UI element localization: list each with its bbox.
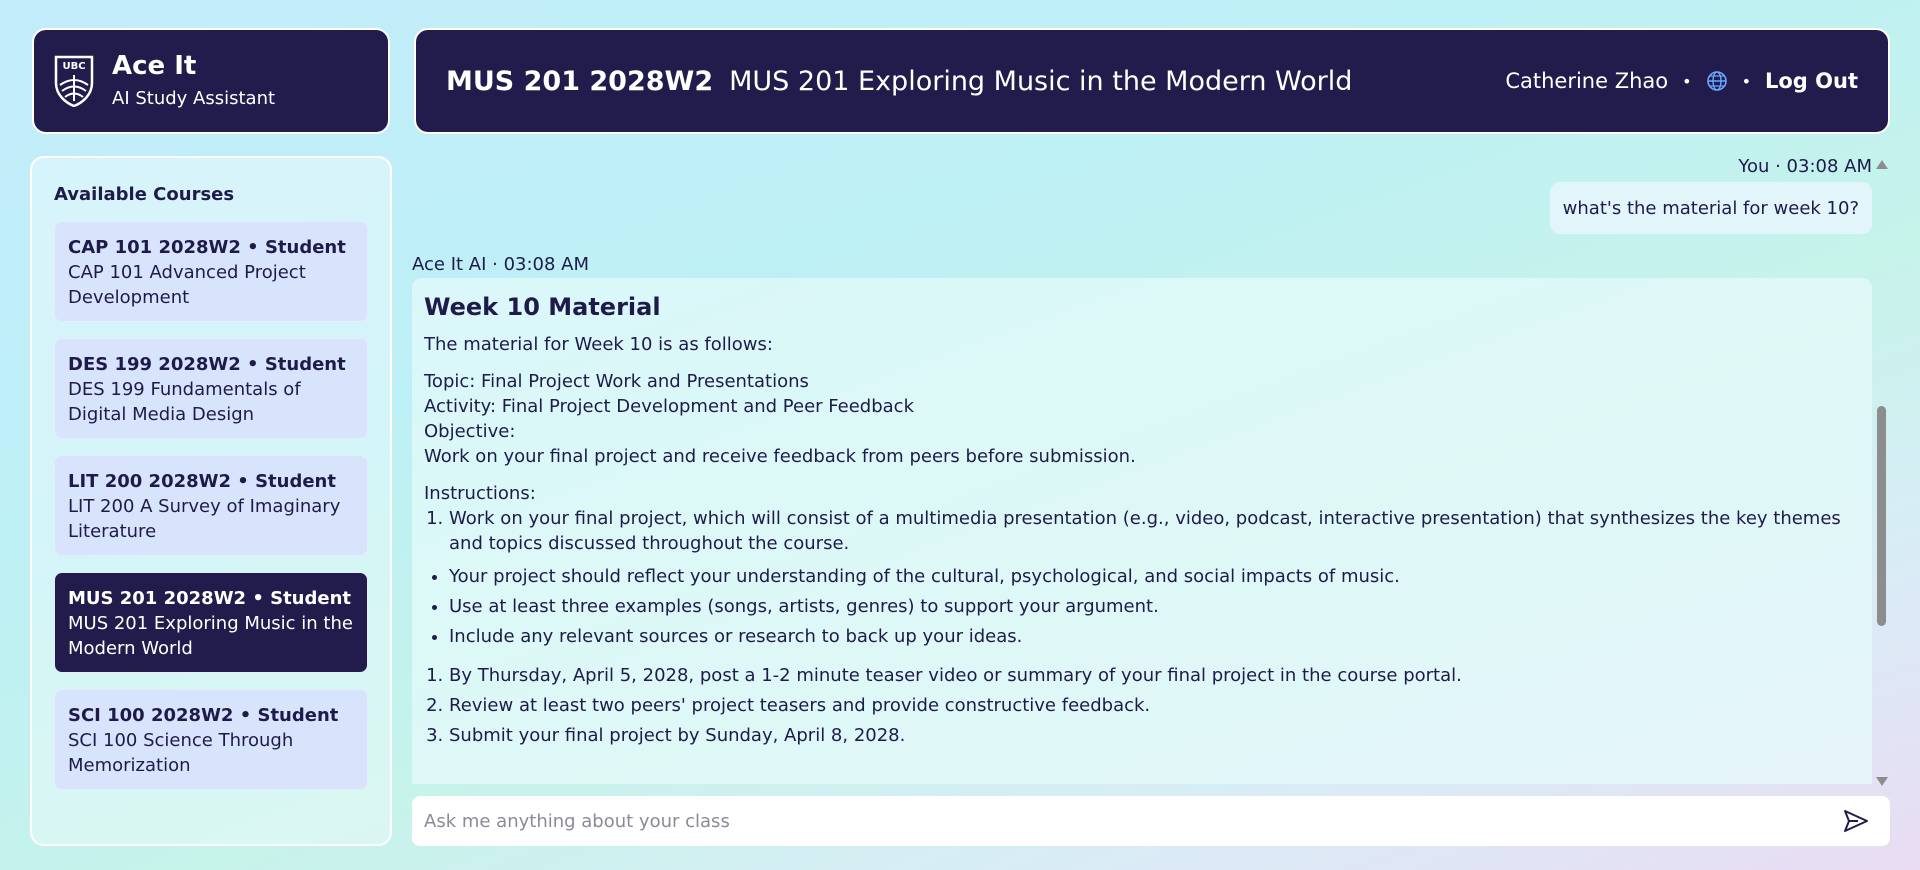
ai-details: Topic: Final Project Work and Presentati…	[424, 369, 1860, 469]
svg-text:UBC: UBC	[62, 61, 85, 72]
scroll-up-arrow-icon[interactable]	[1876, 160, 1888, 169]
list-item: Your project should reflect your underst…	[449, 564, 1860, 589]
user-message-meta: You · 03:08 AM	[1738, 156, 1872, 177]
ai-intro: The material for Week 10 is as follows:	[424, 334, 773, 355]
course-header: MUS 201 2028W2 MUS 201 Exploring Music i…	[414, 28, 1890, 134]
header-course-code: MUS 201 2028W2	[446, 65, 714, 97]
steps-list: By Thursday, April 5, 2028, post a 1-2 m…	[424, 663, 1860, 748]
course-card-des199[interactable]: DES 199 2028W2 • Student DES 199 Fundame…	[54, 338, 368, 439]
course-card-sci100[interactable]: SCI 100 2028W2 • Student SCI 100 Science…	[54, 689, 368, 790]
course-card-name: LIT 200 A Survey of Imaginary Literature	[68, 496, 341, 542]
chat-input-bar	[412, 796, 1890, 846]
separator-dot: •	[1682, 71, 1692, 91]
ai-message-heading: Week 10 Material	[424, 293, 661, 321]
list-item: Review at least two peers' project tease…	[449, 693, 1860, 718]
app-subtitle: AI Study Assistant	[112, 88, 276, 109]
instructions-list: Work on your final project, which will c…	[424, 506, 1860, 556]
brand-panel: UBC Ace It AI Study Assistant	[32, 28, 390, 134]
sidebar-title: Available Courses	[54, 184, 235, 205]
course-card-head: MUS 201 2028W2 • Student	[68, 588, 352, 609]
course-card-name: MUS 201 Exploring Music in the Modern Wo…	[68, 613, 353, 659]
user-name: Catherine Zhao	[1505, 69, 1669, 93]
ai-activity: Activity: Final Project Development and …	[424, 396, 914, 417]
course-card-name: DES 199 Fundamentals of Digital Media De…	[68, 379, 301, 425]
requirements-list: Your project should reflect your underst…	[424, 564, 1860, 649]
separator-dot: •	[1741, 71, 1751, 91]
list-item: Use at least three examples (songs, arti…	[449, 594, 1860, 619]
globe-icon[interactable]	[1706, 70, 1728, 92]
course-card-head: SCI 100 2028W2 • Student	[68, 705, 339, 726]
course-card-head: LIT 200 2028W2 • Student	[68, 471, 336, 492]
chat-input[interactable]	[424, 810, 1842, 832]
ai-message-meta: Ace It AI · 03:08 AM	[412, 254, 590, 275]
logout-button[interactable]: Log Out	[1765, 69, 1858, 93]
course-card-lit200[interactable]: LIT 200 2028W2 • Student LIT 200 A Surve…	[54, 455, 368, 556]
course-card-head: CAP 101 2028W2 • Student	[68, 237, 346, 258]
courses-sidebar: Available Courses CAP 101 2028W2 • Stude…	[30, 156, 392, 846]
list-item: Submit your final project by Sunday, Apr…	[449, 723, 1860, 748]
ai-objective: Work on your final project and receive f…	[424, 446, 1136, 467]
send-icon[interactable]	[1842, 807, 1870, 835]
chat-messages: You · 03:08 AM what's the material for w…	[412, 156, 1872, 784]
course-card-name: CAP 101 Advanced Project Development	[68, 262, 306, 308]
user-message-bubble: what's the material for week 10?	[1549, 182, 1872, 234]
header-course-name: MUS 201 Exploring Music in the Modern Wo…	[729, 65, 1353, 97]
course-card-mus201-active[interactable]: MUS 201 2028W2 • Student MUS 201 Explori…	[54, 572, 368, 673]
list-item: By Thursday, April 5, 2028, post a 1-2 m…	[449, 663, 1860, 688]
ai-topic: Topic: Final Project Work and Presentati…	[424, 371, 809, 392]
scrollbar-thumb[interactable]	[1877, 406, 1886, 626]
ai-instructions-label: Instructions:	[424, 483, 536, 504]
course-card-head: DES 199 2028W2 • Student	[68, 354, 346, 375]
course-card-cap101[interactable]: CAP 101 2028W2 • Student CAP 101 Advance…	[54, 221, 368, 322]
list-item: Work on your final project, which will c…	[449, 506, 1860, 556]
app-title: Ace It	[112, 51, 197, 81]
ai-message-bubble: Week 10 Material The material for Week 1…	[412, 278, 1872, 784]
course-card-name: SCI 100 Science Through Memorization	[68, 730, 294, 776]
ubc-shield-logo-icon: UBC	[54, 55, 94, 107]
header-user-area: Catherine Zhao • • Log Out	[1505, 69, 1858, 93]
ai-objective-label: Objective:	[424, 421, 516, 442]
chat-scrollbar[interactable]	[1874, 156, 1890, 792]
scroll-down-arrow-icon[interactable]	[1876, 777, 1888, 786]
list-item: Include any relevant sources or research…	[449, 624, 1860, 649]
